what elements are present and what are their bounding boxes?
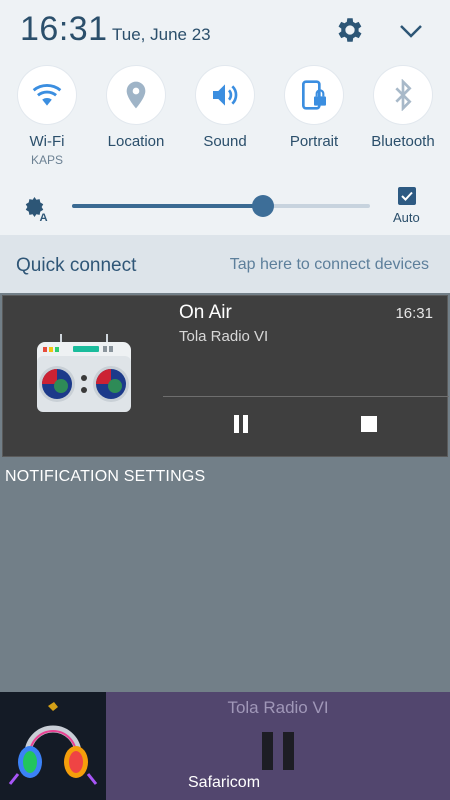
toggle-location-label: Location bbox=[107, 133, 165, 150]
radio-app-icon bbox=[37, 334, 131, 412]
status-header: 16:31 Tue, June 23 bbox=[0, 0, 450, 60]
wifi-icon bbox=[32, 83, 62, 106]
media-title: On Air bbox=[179, 302, 232, 323]
quick-connect-hint[interactable]: Tap here to connect devices bbox=[230, 256, 429, 274]
checkmark-icon bbox=[401, 191, 413, 201]
quick-connect-title: Quick connect bbox=[16, 255, 137, 276]
sound-icon bbox=[213, 84, 238, 106]
media-time: 16:31 bbox=[395, 305, 433, 322]
quick-toggles: Wi-Fi KAPS Location Sound Portrait Bluet… bbox=[0, 66, 450, 176]
toggle-wifi[interactable]: Wi-Fi KAPS bbox=[2, 66, 92, 167]
toggle-wifi-button[interactable] bbox=[18, 66, 76, 124]
toggle-sound-button[interactable] bbox=[196, 66, 254, 124]
media-notification[interactable]: On Air Tola Radio VI 16:31 bbox=[2, 295, 449, 457]
bluetooth-icon bbox=[395, 79, 412, 111]
quick-connect-bar[interactable]: Quick connect Tap here to connect device… bbox=[0, 235, 450, 293]
toggle-wifi-label: Wi-Fi bbox=[29, 133, 65, 150]
location-icon bbox=[126, 81, 146, 109]
portrait-lock-icon bbox=[302, 80, 326, 110]
toggle-location[interactable]: Location bbox=[91, 66, 181, 150]
toggle-wifi-network: KAPS bbox=[30, 153, 63, 167]
gear-icon[interactable] bbox=[334, 14, 366, 46]
pause-icon[interactable] bbox=[229, 412, 253, 436]
media-divider bbox=[163, 396, 449, 397]
toggle-portrait-label: Portrait bbox=[289, 133, 339, 150]
stop-icon[interactable] bbox=[357, 412, 381, 436]
auto-brightness-icon: A bbox=[25, 197, 48, 222]
brightness-control: A Auto bbox=[0, 180, 450, 230]
quick-settings-panel: 16:31 Tue, June 23 Wi-Fi KAPS Location S… bbox=[0, 0, 450, 235]
carrier-label: Safaricom bbox=[188, 774, 261, 791]
toggle-sound-label: Sound bbox=[203, 133, 247, 150]
toggle-sound[interactable]: Sound bbox=[180, 66, 270, 150]
media-subtitle: Tola Radio VI bbox=[179, 328, 269, 345]
auto-brightness-checkbox[interactable] bbox=[398, 187, 416, 205]
pause-icon[interactable] bbox=[260, 732, 296, 770]
brightness-slider-thumb[interactable] bbox=[251, 195, 274, 217]
toggle-location-button[interactable] bbox=[107, 66, 165, 124]
toggle-bluetooth-label: Bluetooth bbox=[371, 133, 435, 150]
toggle-portrait[interactable]: Portrait bbox=[269, 66, 359, 150]
toggle-bluetooth[interactable]: Bluetooth bbox=[358, 66, 448, 150]
app-station-title: Tola Radio VI bbox=[227, 698, 329, 717]
clock: 16:31 bbox=[20, 10, 108, 48]
date: Tue, June 23 bbox=[112, 25, 211, 44]
headphones-artwork bbox=[0, 692, 106, 800]
brightness-slider[interactable] bbox=[72, 195, 370, 217]
chevron-down-icon[interactable] bbox=[396, 16, 426, 46]
app-player-bar: Tola Radio VI Safaricom bbox=[0, 692, 450, 800]
notification-settings-button[interactable]: NOTIFICATION SETTINGS bbox=[5, 468, 205, 486]
auto-brightness-label: Auto bbox=[393, 210, 420, 225]
toggle-bluetooth-button[interactable] bbox=[374, 66, 432, 124]
brightness-slider-fill bbox=[72, 204, 263, 208]
toggle-portrait-button[interactable] bbox=[285, 66, 343, 124]
svg-text:A: A bbox=[40, 212, 48, 222]
